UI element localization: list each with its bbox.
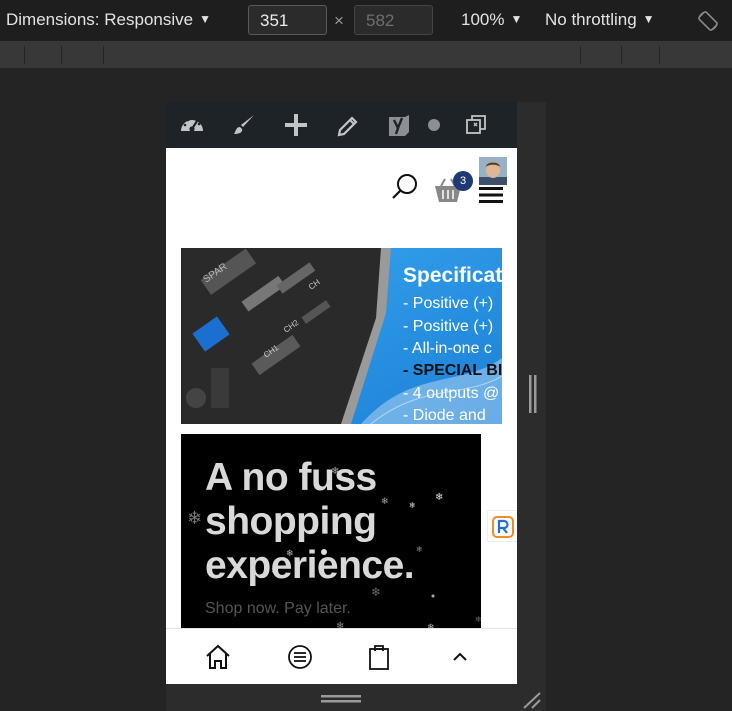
promo-subtext: Shop now. Pay later. bbox=[205, 600, 351, 617]
zoom-dropdown[interactable]: 100% ▼ bbox=[461, 10, 522, 30]
wp-admin-bar bbox=[166, 102, 517, 148]
spec-line: - Positive (+) bbox=[403, 295, 494, 312]
resize-handle-bottom[interactable] bbox=[321, 694, 361, 706]
spec-line: - Diode and bbox=[403, 407, 486, 424]
search-icon[interactable] bbox=[390, 172, 420, 202]
throttling-caret-icon: ▼ bbox=[642, 12, 655, 26]
r-logo-icon bbox=[492, 516, 514, 538]
product-spec-banner[interactable]: SPAR CH CH2 CH1 Specificat - Positive (+… bbox=[181, 248, 502, 424]
dashboard-icon[interactable] bbox=[179, 112, 205, 138]
resize-corner-icon[interactable] bbox=[520, 690, 542, 710]
dimensions-dropdown[interactable]: Dimensions: Responsive ▼ bbox=[6, 10, 211, 30]
duplicate-icon[interactable] bbox=[463, 112, 489, 138]
r-widget-button[interactable] bbox=[487, 510, 517, 542]
spec-title: Specificat bbox=[403, 264, 502, 287]
device-viewport: 3 SPAR CH CH2 CH1 Specificat - Positive … bbox=[166, 102, 517, 684]
shopping-promo-banner[interactable]: ❄ ❄ ❄ ❄ ❄ ❄ ❄ ❄ ❄ ❄ ❄ ❄ A no fuss shoppi… bbox=[181, 434, 481, 630]
rotate-icon[interactable] bbox=[696, 9, 720, 33]
zoom-label: 100% bbox=[461, 10, 505, 29]
ruler-segment[interactable] bbox=[580, 46, 581, 64]
height-input[interactable]: 582 bbox=[354, 5, 433, 35]
dimension-separator: × bbox=[334, 11, 344, 30]
avatar[interactable] bbox=[479, 157, 507, 185]
promo-headline: A no fuss shopping experience. bbox=[205, 456, 415, 587]
site-header: 3 bbox=[166, 148, 517, 238]
bottom-navigation bbox=[166, 628, 517, 684]
dimensions-label: Dimensions: Responsive bbox=[6, 10, 194, 29]
svg-text:❄: ❄ bbox=[187, 508, 202, 529]
status-dot-icon[interactable] bbox=[424, 112, 450, 138]
yoast-seo-icon[interactable] bbox=[386, 112, 412, 138]
spec-line: - 4 outputs @ bbox=[403, 385, 500, 402]
ruler-segment[interactable] bbox=[103, 46, 104, 64]
shopping-bag-icon[interactable] bbox=[365, 643, 393, 671]
menu-icon[interactable] bbox=[286, 643, 314, 671]
device-toolbar: Dimensions: Responsive ▼ 351 × 582 100% ▼ … bbox=[0, 0, 732, 42]
cart-count-badge: 3 bbox=[453, 171, 473, 191]
spec-line: - SPECIAL BI bbox=[403, 362, 502, 379]
svg-text:❄: ❄ bbox=[475, 615, 481, 624]
chevron-up-icon[interactable] bbox=[446, 643, 474, 671]
width-input[interactable]: 351 bbox=[248, 5, 327, 35]
add-new-icon[interactable] bbox=[283, 112, 309, 138]
spec-line: - All-in-one c bbox=[403, 340, 492, 357]
ruler-segment[interactable] bbox=[659, 46, 660, 64]
hamburger-menu-icon[interactable] bbox=[479, 187, 503, 203]
spec-line: - Positive (+) bbox=[403, 318, 494, 335]
home-icon[interactable] bbox=[204, 643, 232, 671]
edit-pencil-icon[interactable] bbox=[335, 112, 361, 138]
ruler-segment[interactable] bbox=[24, 46, 25, 64]
zoom-caret-icon: ▼ bbox=[510, 12, 523, 26]
throttling-dropdown[interactable]: No throttling ▼ bbox=[545, 10, 655, 30]
dimensions-caret-icon: ▼ bbox=[199, 12, 211, 26]
throttling-label: No throttling bbox=[545, 10, 637, 29]
resize-handle-right[interactable] bbox=[528, 375, 538, 413]
ruler-segment[interactable] bbox=[61, 46, 62, 64]
customize-brush-icon[interactable] bbox=[231, 112, 257, 138]
media-query-bar[interactable] bbox=[0, 42, 732, 68]
ruler-segment[interactable] bbox=[621, 46, 622, 64]
